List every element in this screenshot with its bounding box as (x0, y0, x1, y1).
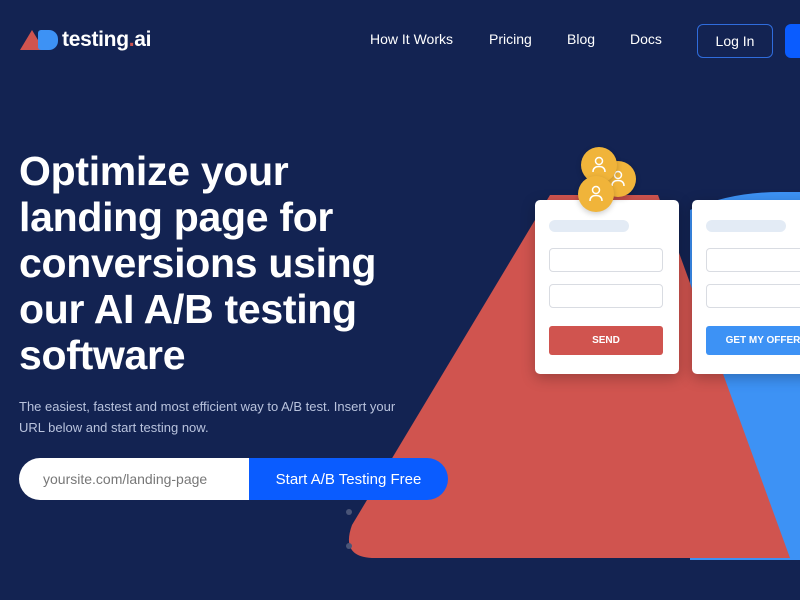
nav-pricing[interactable]: Pricing (489, 31, 532, 47)
nav-how-it-works[interactable]: How It Works (370, 31, 453, 47)
get-my-offer-button: GET MY OFFER (706, 326, 800, 355)
send-button: SEND (549, 326, 663, 355)
variant-b-card: GET MY OFFER (692, 200, 800, 374)
user-icon (592, 156, 606, 173)
variant-a-card: SEND (535, 200, 679, 374)
hero-subtitle: The easiest, fastest and most efficient … (19, 399, 396, 435)
url-input[interactable] (19, 458, 249, 500)
mock-input (706, 284, 800, 308)
logo-text: testing.ai (62, 28, 152, 51)
signup-button[interactable] (785, 24, 800, 58)
nav-docs[interactable]: Docs (630, 31, 662, 47)
decor-dot (346, 509, 352, 515)
mock-input (549, 248, 663, 272)
placeholder-bar (706, 220, 786, 232)
url-cta-form: Start A/B Testing Free (19, 458, 448, 500)
start-testing-button[interactable]: Start A/B Testing Free (249, 458, 448, 500)
hero-title: Optimize your landing page for conversio… (19, 148, 377, 378)
logo[interactable]: testing.ai (20, 28, 152, 52)
login-button[interactable]: Log In (697, 24, 773, 58)
mock-input (706, 248, 800, 272)
decor-dot (346, 543, 352, 549)
placeholder-bar (549, 220, 629, 232)
user-icon (589, 185, 603, 202)
mock-input (549, 284, 663, 308)
nav-blog[interactable]: Blog (567, 31, 595, 47)
user-avatar (578, 176, 614, 212)
ab-logo-icon (20, 28, 60, 52)
